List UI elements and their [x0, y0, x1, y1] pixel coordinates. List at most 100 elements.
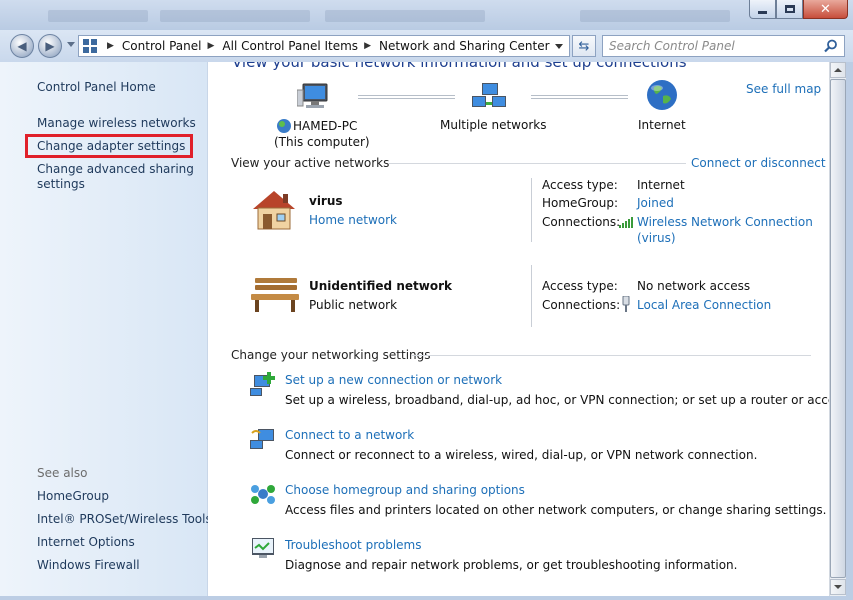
- internet-label: Internet: [638, 118, 686, 132]
- close-button[interactable]: ✕: [803, 0, 848, 19]
- lan-connection-link[interactable]: Local Area Connection: [637, 298, 771, 312]
- troubleshoot-icon: [252, 538, 274, 558]
- section-divider: [388, 163, 686, 164]
- task-homegroup-desc: Access files and printers located on oth…: [285, 503, 827, 517]
- homegroup-link[interactable]: Joined: [637, 196, 674, 210]
- see-also-intel-proset[interactable]: Intel® PROSet/Wireless Tools: [37, 512, 212, 526]
- search-input[interactable]: [603, 36, 813, 56]
- task-troubleshoot-link[interactable]: Troubleshoot problems: [285, 538, 421, 552]
- ethernet-cable-icon: [622, 296, 630, 312]
- scroll-down-icon: [834, 585, 842, 589]
- access-type-label: Access type:: [542, 178, 618, 192]
- minimize-icon: [758, 10, 767, 14]
- network-name: virus: [309, 194, 343, 208]
- task-connect-network-desc: Connect or reconnect to a wireless, wire…: [285, 448, 758, 462]
- settings-header: Change your networking settings: [231, 348, 431, 362]
- home-network-icon: [253, 191, 295, 230]
- network-globe-icon: [277, 119, 291, 133]
- access-type-value: No network access: [637, 279, 751, 293]
- breadcrumb-network-center[interactable]: Network and Sharing Center: [379, 39, 550, 53]
- scroll-up-icon: [834, 68, 842, 72]
- access-type-value: Internet: [637, 178, 685, 192]
- homegroup-icon: [251, 485, 275, 504]
- blurred-toolbar: [580, 10, 730, 22]
- window-frame: [0, 596, 853, 600]
- network-divider: [531, 178, 532, 242]
- network-category-link[interactable]: Home network: [309, 213, 397, 227]
- search-box[interactable]: [602, 35, 845, 57]
- multiple-networks-icon: [472, 83, 506, 107]
- breadcrumb-separator[interactable]: ▶: [208, 41, 215, 51]
- wireless-connection-ssid[interactable]: (virus): [637, 231, 676, 245]
- address-bar[interactable]: ▶ Control Panel ▶ All Control Panel Item…: [78, 35, 570, 57]
- title-bar: ✕: [0, 0, 853, 30]
- recent-pages-dropdown[interactable]: [67, 42, 75, 47]
- window-frame: [846, 62, 853, 600]
- network-name: Unidentified network: [309, 279, 452, 293]
- breadcrumb-separator[interactable]: ▶: [364, 41, 371, 51]
- maximize-button[interactable]: [776, 0, 803, 19]
- content-pane: View your basic network information and …: [208, 62, 829, 596]
- see-also-header: See also: [37, 466, 88, 480]
- see-full-map-link[interactable]: See full map: [746, 82, 821, 96]
- wireless-connection-link[interactable]: Wireless Network Connection: [637, 215, 813, 229]
- network-category: Public network: [309, 298, 398, 312]
- maximize-icon: [784, 5, 795, 13]
- scroll-thumb[interactable]: [830, 79, 846, 578]
- page-title: View your basic network information and …: [232, 62, 687, 71]
- multiple-networks-label: Multiple networks: [440, 118, 547, 132]
- map-connector: [358, 95, 455, 99]
- connect-disconnect-link[interactable]: Connect or disconnect: [691, 156, 826, 170]
- blurred-toolbar: [48, 10, 148, 22]
- refresh-icon: ⇆: [578, 38, 590, 54]
- network-divider: [531, 265, 532, 327]
- scroll-up-button[interactable]: [830, 62, 846, 78]
- arrow-right-icon: ▶: [45, 39, 55, 53]
- arrow-left-icon: ◀: [17, 39, 27, 53]
- task-homegroup-link[interactable]: Choose homegroup and sharing options: [285, 483, 525, 497]
- connections-label: Connections:: [542, 215, 621, 229]
- breadcrumb-separator[interactable]: ▶: [107, 41, 114, 51]
- see-also-internet-options[interactable]: Internet Options: [37, 535, 135, 549]
- vertical-scrollbar[interactable]: [829, 62, 846, 596]
- scroll-down-button[interactable]: [830, 579, 846, 595]
- breadcrumb-all-items[interactable]: All Control Panel Items: [222, 39, 358, 53]
- homegroup-label: HomeGroup:: [542, 196, 619, 210]
- task-setup-connection-link[interactable]: Set up a new connection or network: [285, 373, 502, 387]
- see-also-windows-firewall[interactable]: Windows Firewall: [37, 558, 140, 572]
- sidebar-item-advanced-sharing[interactable]: Change advanced sharing settings: [37, 162, 197, 192]
- public-network-bench-icon: [251, 278, 299, 312]
- map-connector: [531, 95, 628, 99]
- control-panel-home-link[interactable]: Control Panel Home: [37, 80, 156, 94]
- task-connect-network-link[interactable]: Connect to a network: [285, 428, 414, 442]
- computer-icon: [297, 83, 328, 108]
- computer-sub-label: (This computer): [274, 135, 370, 149]
- minimize-button[interactable]: [749, 0, 776, 19]
- task-setup-connection-desc: Set up a wireless, broadband, dial-up, a…: [285, 393, 829, 407]
- breadcrumb-control-panel[interactable]: Control Panel: [122, 39, 202, 53]
- close-icon: ✕: [820, 1, 831, 17]
- blurred-toolbar: [325, 10, 485, 22]
- computer-name-label: HAMED-PC: [293, 119, 358, 133]
- internet-globe-icon: [647, 80, 677, 110]
- access-type-label: Access type:: [542, 279, 618, 293]
- active-networks-header: View your active networks: [231, 156, 390, 170]
- section-divider: [411, 355, 811, 356]
- blurred-toolbar: [160, 10, 310, 22]
- navigation-bar: ◀ ▶ ▶ Control Panel ▶ All Control Panel …: [0, 30, 853, 62]
- search-icon[interactable]: [824, 39, 838, 53]
- refresh-button[interactable]: ⇆: [572, 35, 596, 57]
- back-button[interactable]: ◀: [10, 34, 34, 58]
- forward-button[interactable]: ▶: [38, 34, 62, 58]
- sidebar-item-manage-wireless[interactable]: Manage wireless networks: [37, 116, 196, 130]
- window-controls: ✕: [749, 0, 848, 19]
- wifi-signal-icon: [619, 217, 633, 228]
- connections-label: Connections:: [542, 298, 621, 312]
- see-also-homegroup[interactable]: HomeGroup: [37, 489, 109, 503]
- control-panel-icon: [83, 39, 97, 53]
- connect-network-icon: [250, 429, 274, 449]
- address-dropdown-icon[interactable]: [555, 44, 563, 49]
- task-troubleshoot-desc: Diagnose and repair network problems, or…: [285, 558, 738, 572]
- highlight-annotation: [25, 134, 193, 158]
- new-connection-icon: [250, 372, 275, 396]
